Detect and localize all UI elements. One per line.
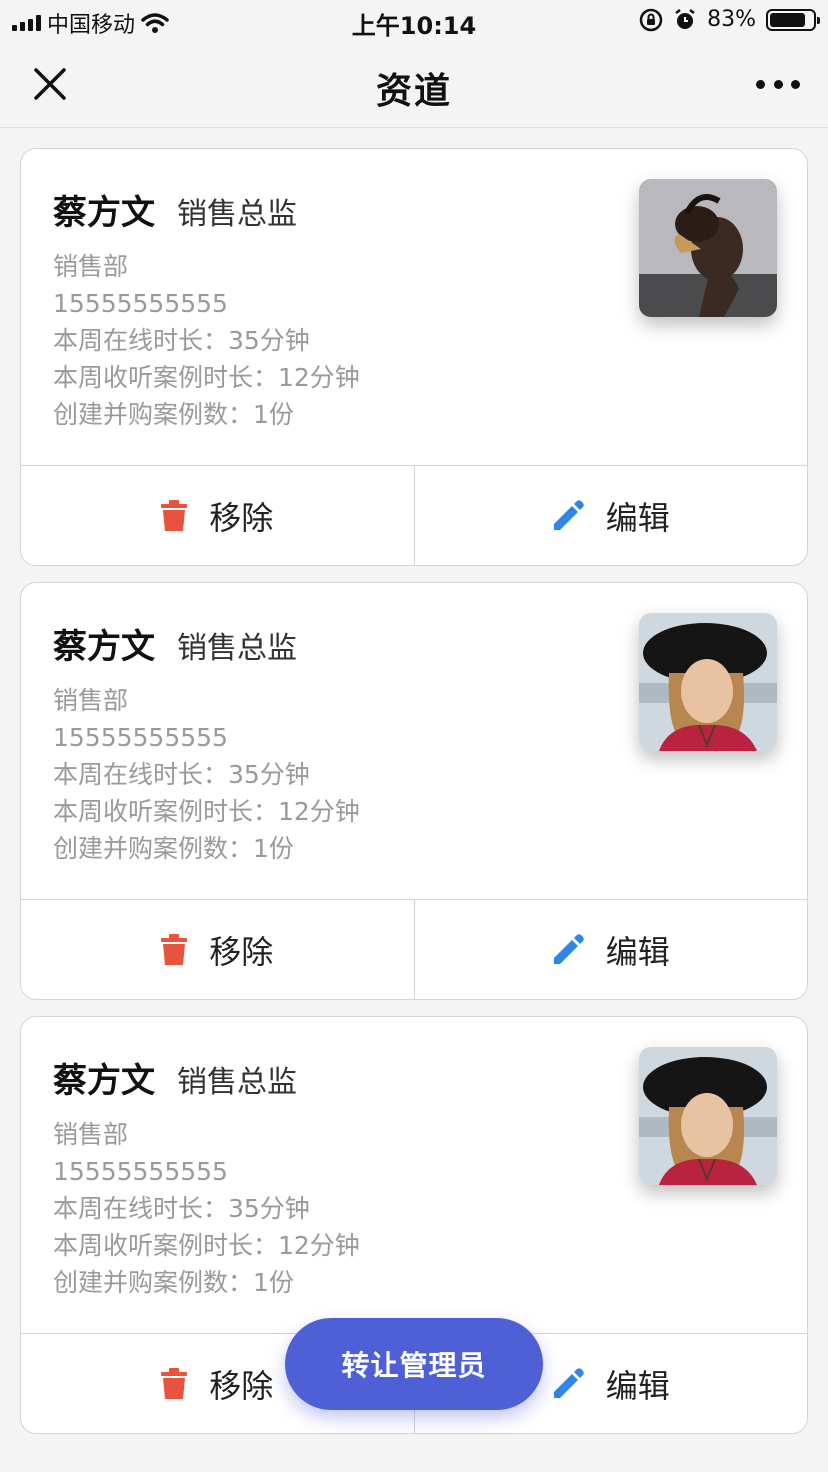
member-card: 蔡方文 销售总监 销售部 15555555555 本周在线时长：35分钟 本周收… bbox=[20, 148, 808, 566]
member-listen-time: 本周收听案例时长：12分钟 bbox=[53, 797, 360, 826]
member-online-time: 本周在线时长：35分钟 bbox=[53, 326, 310, 355]
battery-icon bbox=[766, 8, 820, 31]
edit-label: 编辑 bbox=[605, 932, 670, 971]
status-bar: 中国移动 上午10:14 83% bbox=[0, 0, 828, 42]
avatar bbox=[639, 179, 777, 317]
edit-button[interactable]: 编辑 bbox=[413, 900, 808, 999]
trash-icon bbox=[161, 499, 188, 531]
alarm-icon bbox=[675, 8, 695, 29]
pencil-icon bbox=[553, 933, 584, 964]
member-phone: 15555555555 bbox=[53, 289, 228, 318]
member-listen-time: 本周收听案例时长：12分钟 bbox=[53, 363, 360, 392]
battery-percent: 83% bbox=[707, 7, 756, 32]
member-department: 销售部 bbox=[53, 1120, 129, 1149]
member-online-time: 本周在线时长：35分钟 bbox=[53, 1194, 310, 1223]
member-department: 销售部 bbox=[53, 686, 129, 715]
trash-icon bbox=[161, 933, 188, 965]
edit-label: 编辑 bbox=[605, 498, 670, 537]
remove-label: 移除 bbox=[209, 1366, 274, 1405]
remove-button[interactable]: 移除 bbox=[21, 900, 414, 999]
card-actions: 移除 编辑 bbox=[21, 899, 807, 999]
edit-button[interactable]: 编辑 bbox=[413, 466, 808, 565]
trash-icon bbox=[161, 1367, 188, 1399]
member-listen-time: 本周收听案例时长：12分钟 bbox=[53, 1231, 360, 1260]
rotation-lock-icon bbox=[639, 8, 663, 31]
member-list: 蔡方文 销售总监 销售部 15555555555 本周在线时长：35分钟 本周收… bbox=[20, 148, 808, 1450]
member-name: 蔡方文 bbox=[53, 1061, 155, 1101]
remove-button[interactable]: 移除 bbox=[21, 466, 414, 565]
pencil-icon bbox=[553, 499, 584, 530]
member-info: 蔡方文 销售总监 销售部 15555555555 本周在线时长：35分钟 本周收… bbox=[53, 619, 360, 867]
avatar bbox=[639, 1047, 777, 1185]
status-right: 83% bbox=[639, 7, 820, 32]
more-icon[interactable] bbox=[756, 72, 800, 96]
member-phone: 15555555555 bbox=[53, 1157, 228, 1186]
remove-label: 移除 bbox=[209, 932, 274, 971]
member-case-count: 创建并购案例数：1份 bbox=[53, 1268, 294, 1297]
member-case-count: 创建并购案例数：1份 bbox=[53, 400, 294, 429]
member-name: 蔡方文 bbox=[53, 193, 155, 233]
member-case-count: 创建并购案例数：1份 bbox=[53, 834, 294, 863]
member-phone: 15555555555 bbox=[53, 723, 228, 752]
member-info: 蔡方文 销售总监 销售部 15555555555 本周在线时长：35分钟 本周收… bbox=[53, 185, 360, 433]
avatar bbox=[639, 613, 777, 751]
member-card: 蔡方文 销售总监 销售部 15555555555 本周在线时长：35分钟 本周收… bbox=[20, 582, 808, 1000]
page-title: 资道 bbox=[375, 71, 452, 112]
member-online-time: 本周在线时长：35分钟 bbox=[53, 760, 310, 789]
card-actions: 移除 编辑 bbox=[21, 465, 807, 565]
remove-label: 移除 bbox=[209, 498, 274, 537]
transfer-admin-button[interactable]: 转让管理员 bbox=[285, 1318, 543, 1410]
member-name: 蔡方文 bbox=[53, 627, 155, 667]
member-info: 蔡方文 销售总监 销售部 15555555555 本周在线时长：35分钟 本周收… bbox=[53, 1053, 360, 1301]
edit-label: 编辑 bbox=[605, 1366, 670, 1405]
member-title: 销售总监 bbox=[177, 1065, 297, 1100]
member-title: 销售总监 bbox=[177, 631, 297, 666]
member-department: 销售部 bbox=[53, 252, 129, 281]
pencil-icon bbox=[553, 1367, 584, 1398]
member-title: 销售总监 bbox=[177, 197, 297, 232]
nav-bar: 资道 bbox=[0, 42, 828, 128]
